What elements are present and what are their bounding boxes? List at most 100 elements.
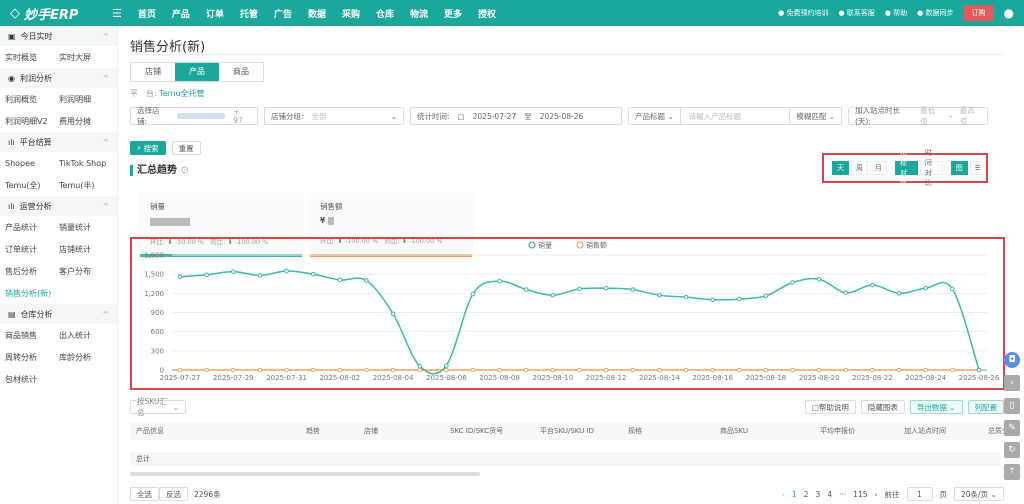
feedback-icon[interactable]: ✎ xyxy=(1004,420,1020,436)
sidebar-group[interactable]: ◉ 利润分析 ^ xyxy=(0,68,117,88)
chat-float-icon[interactable]: ◘ xyxy=(1004,352,1020,368)
column-header[interactable]: 平台SKU/SKU ID xyxy=(534,426,622,436)
user-avatar-icon[interactable]: ● xyxy=(1004,6,1014,20)
page-number[interactable]: 1 xyxy=(792,490,797,499)
toggle-week[interactable]: 周 xyxy=(851,161,868,175)
shop-select[interactable]: 选择店铺: + 97 xyxy=(130,106,258,126)
mobile-icon[interactable]: ▯ xyxy=(1004,398,1020,414)
menu-icon[interactable]: ☰ xyxy=(112,7,130,20)
sidebar-item[interactable]: Temu(半) xyxy=(54,180,108,191)
nav-item[interactable]: 仓库 xyxy=(368,7,402,20)
sidebar-item[interactable]: 利润明细 xyxy=(54,94,108,105)
shop-group-select[interactable]: 店铺分组: 全部 ⌄ xyxy=(264,107,404,125)
sidebar-item[interactable]: 店铺统计 xyxy=(54,244,108,255)
sidebar-item[interactable]: 售后分析 xyxy=(0,266,54,277)
sidebar-item[interactable]: 客户分布 xyxy=(54,266,108,277)
sidebar-item[interactable]: Shopee xyxy=(0,159,54,168)
title-field-select[interactable]: 产品标题 ⌄ xyxy=(629,108,681,124)
sidebar-group[interactable]: ılı 运营分析 ^ xyxy=(0,196,117,216)
refresh-icon[interactable]: ↻ xyxy=(1004,442,1020,458)
prev-page-icon[interactable]: ‹ xyxy=(782,490,785,499)
sidebar-item[interactable]: 利润概览 xyxy=(0,94,54,105)
sidebar-item[interactable]: 库龄分析 xyxy=(54,352,108,363)
sidebar-item[interactable]: 周转分析 xyxy=(0,352,54,363)
invert-selection-button[interactable]: 反选 xyxy=(159,487,188,501)
group-by-select[interactable]: 按SKU汇总 ⌄ xyxy=(130,397,186,417)
sidebar-group[interactable]: ılı 平台结算 ^ xyxy=(0,132,117,152)
sidebar-item[interactable]: 商品销售 xyxy=(0,330,54,341)
toggle-day[interactable]: 天 xyxy=(832,161,849,175)
tab-goods[interactable]: 商品 xyxy=(219,63,263,81)
search-button[interactable]: ⌕ 搜索 xyxy=(130,141,166,155)
logo[interactable]: ◇ 妙手ERP xyxy=(0,4,112,23)
page-number[interactable]: 2 xyxy=(804,490,809,499)
order-button[interactable]: 订购 xyxy=(963,5,994,21)
sidebar-item[interactable]: Temu(全) xyxy=(0,180,54,191)
nav-item[interactable]: 首页 xyxy=(130,7,164,20)
select-all-button[interactable]: 全选 xyxy=(130,487,159,501)
float-side-icon[interactable]: › xyxy=(1004,375,1020,391)
nav-item[interactable]: 托管 xyxy=(232,7,266,20)
toggle-metric-compare[interactable]: 指标对比 xyxy=(895,149,918,187)
export-button[interactable]: 导出数据 ⌄ xyxy=(909,400,963,414)
sidebar-item[interactable]: 销售分析(新) xyxy=(0,288,54,299)
nav-item[interactable]: 广告 xyxy=(266,7,300,20)
column-header[interactable]: 平均申报价 xyxy=(814,426,898,436)
column-config-button[interactable]: 列配置 xyxy=(967,400,1004,414)
help-doc-button[interactable]: ▢ 帮助说明 xyxy=(804,400,856,414)
toggle-chart-view[interactable]: 图 xyxy=(950,161,968,175)
page-number[interactable]: 4 xyxy=(827,490,832,499)
platform-value[interactable]: Temu全托管 xyxy=(159,89,204,98)
column-header[interactable]: 加入站点时间 xyxy=(898,426,982,436)
next-page-icon[interactable]: › xyxy=(875,490,878,499)
tab-shop[interactable]: 店铺 xyxy=(131,63,175,81)
date-from[interactable]: 2025-07-27 xyxy=(473,112,517,121)
match-mode-select[interactable]: 模糊匹配 ⌄ xyxy=(789,108,841,124)
nav-item[interactable]: 数据 xyxy=(300,7,334,20)
nav-item[interactable]: 产品 xyxy=(164,7,198,20)
max-input[interactable]: 最高值 xyxy=(960,105,981,127)
toggle-list-view[interactable]: ☰ xyxy=(969,161,986,175)
page-number[interactable]: 115 xyxy=(853,490,867,499)
page-ellipsis[interactable]: ··· xyxy=(839,490,846,499)
nav-item[interactable]: 采购 xyxy=(334,7,368,20)
nav-item[interactable]: 订单 xyxy=(198,7,232,20)
sidebar-item[interactable]: 包材统计 xyxy=(0,374,54,385)
sidebar-item[interactable]: 费用分摊 xyxy=(54,116,108,127)
sidebar-item[interactable]: 销量统计 xyxy=(54,222,108,233)
sidebar-item[interactable]: 实时概览 xyxy=(0,52,54,63)
sidebar-group[interactable]: ▤ 仓库分析 ^ xyxy=(0,304,117,324)
help-link[interactable]: ● 帮助 xyxy=(885,8,907,18)
column-header[interactable]: 产品信息 xyxy=(130,426,300,436)
toggle-time-compare[interactable]: 时间对比 xyxy=(919,149,943,187)
date-to[interactable]: 2025-08-26 xyxy=(540,112,584,121)
sidebar-item[interactable]: 订单统计 xyxy=(0,244,54,255)
hide-chart-button[interactable]: 隐藏图表 xyxy=(860,400,905,414)
sidebar-item[interactable]: 利润明细V2 xyxy=(0,116,54,127)
column-header[interactable]: 店铺 xyxy=(358,426,444,436)
reset-button[interactable]: 重置 xyxy=(171,141,201,155)
sidebar-item[interactable]: 实时大屏 xyxy=(54,52,108,63)
toggle-month[interactable]: 月 xyxy=(870,161,887,175)
column-header[interactable]: 趋势 xyxy=(300,426,358,436)
back-to-top-icon[interactable]: ⇡ xyxy=(1004,464,1020,480)
sync-link[interactable]: ● 数据同步 xyxy=(917,8,953,18)
page-size-select[interactable]: 20条/页 ⌄ xyxy=(954,487,1004,501)
nav-item[interactable]: 更多 xyxy=(436,7,470,20)
title-input[interactable]: 请输入产品标题 xyxy=(689,111,782,122)
date-range-picker[interactable]: 统计时间: ▢ 2025-07-27 至 2025-08-26 xyxy=(410,107,622,125)
column-header[interactable]: 商品SKU xyxy=(714,426,814,436)
info-icon[interactable]: ⊙ xyxy=(180,165,188,176)
tab-product[interactable]: 产品 xyxy=(175,63,219,81)
training-link[interactable]: ● 免费预约培训 xyxy=(778,8,828,18)
page-input[interactable]: 1 xyxy=(906,487,933,501)
sidebar-item[interactable]: 出入统计 xyxy=(54,330,108,341)
horizontal-scrollbar[interactable] xyxy=(130,472,480,476)
sidebar-item[interactable]: 产品统计 xyxy=(0,222,54,233)
nav-item[interactable]: 授权 xyxy=(470,7,504,20)
nav-item[interactable]: 物流 xyxy=(402,7,436,20)
support-link[interactable]: ● 联系客服 xyxy=(838,8,874,18)
sidebar-group[interactable]: ▣ 今日实时 ^ xyxy=(0,26,117,46)
column-header[interactable]: 规格 xyxy=(622,426,714,436)
sidebar-item[interactable]: TikTok Shop xyxy=(54,159,108,168)
